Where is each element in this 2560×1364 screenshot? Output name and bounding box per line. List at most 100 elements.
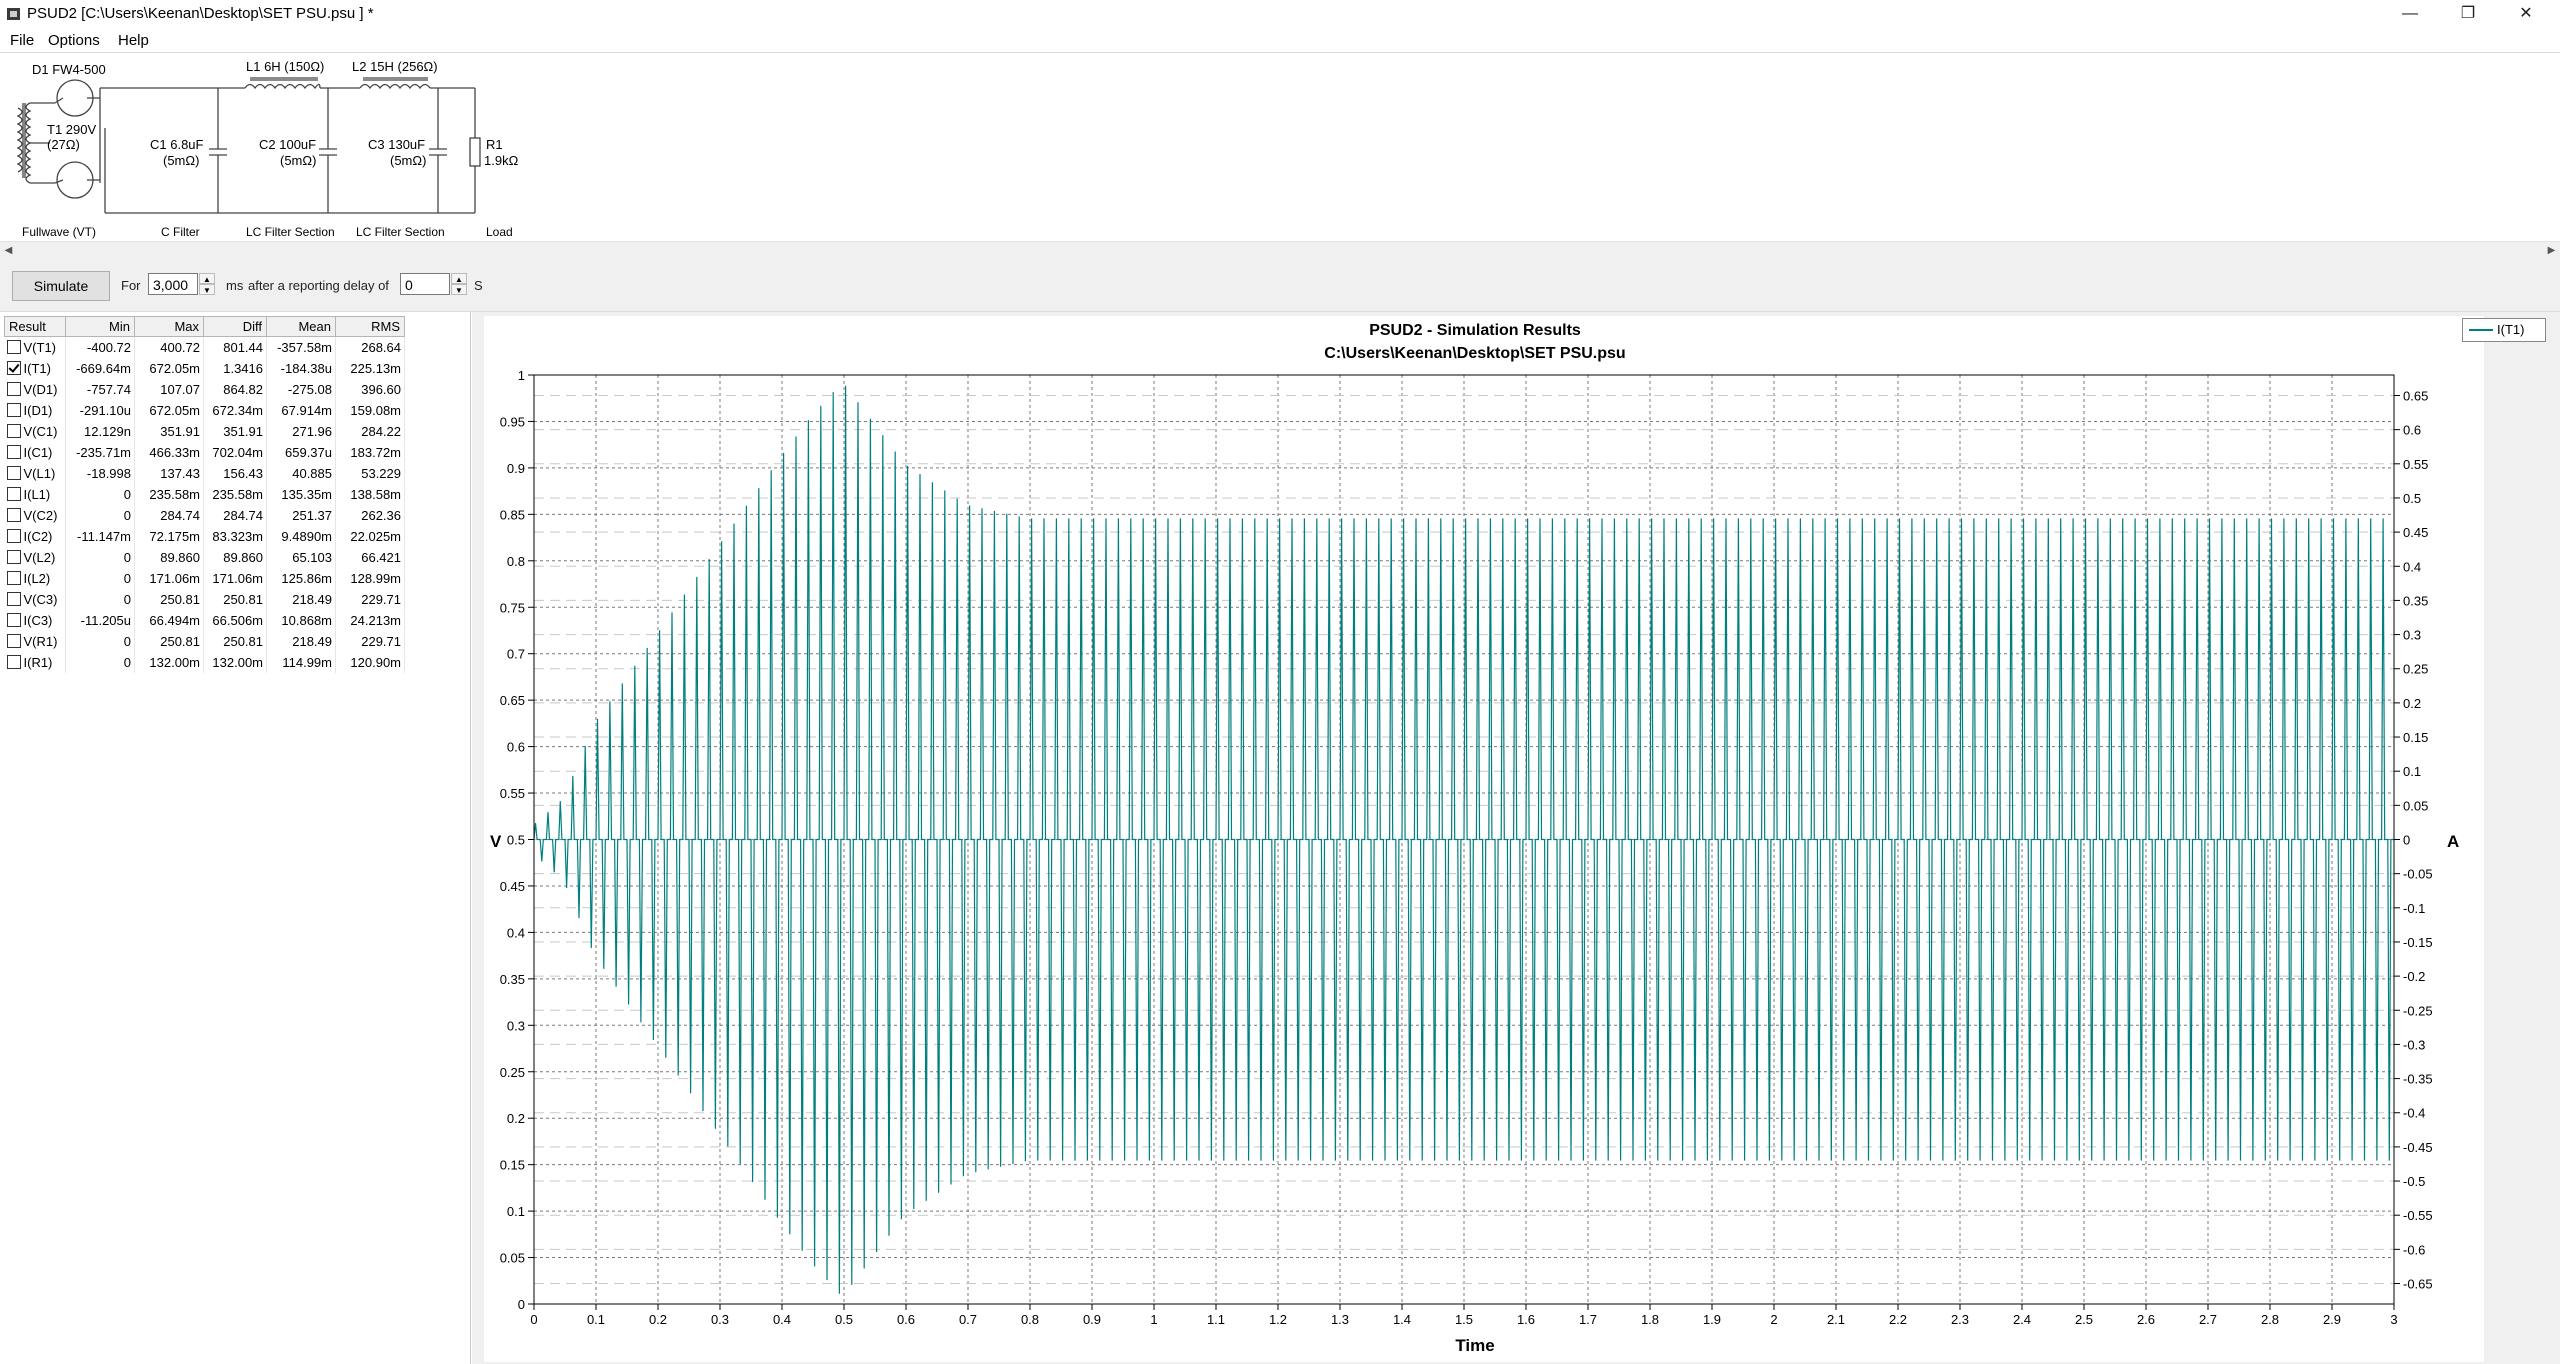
- col-rms[interactable]: RMS: [335, 316, 405, 337]
- result-diff-cell: 284.74: [203, 505, 267, 526]
- results-row[interactable]: I(T1) -669.64m 672.05m 1.3416 -184.38u 225.13…: [4, 358, 405, 379]
- results-row[interactable]: V(D1) -757.74 107.07 864.82 -275.08 396.60: [4, 379, 405, 400]
- duration-stepper[interactable]: ▲ ▼: [199, 273, 215, 295]
- y-right-tick-label: -0.15: [2403, 935, 2433, 950]
- stepper-up-icon[interactable]: ▲: [199, 273, 215, 284]
- y-left-tick-label: 0.65: [500, 693, 525, 708]
- result-name-cell[interactable]: I(D1): [4, 400, 66, 421]
- schem-c2-label: C2 100uF: [259, 137, 316, 152]
- result-name-cell[interactable]: I(T1): [4, 358, 66, 379]
- result-checkbox[interactable]: [6, 340, 21, 354]
- result-checkbox[interactable]: [6, 655, 21, 669]
- result-name-cell[interactable]: I(C2): [4, 526, 66, 547]
- delay-stepper[interactable]: ▲ ▼: [451, 273, 467, 295]
- restore-button[interactable]: ❐: [2440, 0, 2496, 30]
- result-checkbox[interactable]: [6, 634, 21, 648]
- col-diff[interactable]: Diff: [203, 316, 267, 337]
- section-c-filter[interactable]: C Filter: [161, 225, 200, 239]
- minimize-button[interactable]: —: [2382, 0, 2438, 30]
- results-row[interactable]: I(C2) -11.147m 72.175m 83.323m 9.4890m 22.025…: [4, 526, 405, 547]
- y-right-tick-label: 0.65: [2403, 388, 2428, 403]
- result-checkbox[interactable]: [6, 613, 21, 627]
- result-name-cell[interactable]: I(R1): [4, 652, 66, 673]
- result-min-cell: 0: [65, 484, 135, 505]
- result-checkbox[interactable]: [6, 424, 21, 438]
- result-max-cell: 171.06m: [134, 568, 204, 589]
- results-row[interactable]: I(C3) -11.205u 66.494m 66.506m 10.868m 24.213…: [4, 610, 405, 631]
- chart-legend[interactable]: I(T1): [2462, 318, 2546, 342]
- x-tick-label: 2.7: [2199, 1312, 2217, 1327]
- result-checkbox[interactable]: [6, 550, 21, 564]
- result-checkbox[interactable]: [6, 445, 21, 459]
- menu-options[interactable]: Options: [48, 32, 100, 49]
- result-name-cell[interactable]: V(D1): [4, 379, 66, 400]
- result-name-cell[interactable]: I(L1): [4, 484, 66, 505]
- result-checkbox[interactable]: [6, 571, 21, 585]
- section-load[interactable]: Load: [486, 225, 513, 239]
- result-name-cell[interactable]: V(R1): [4, 631, 66, 652]
- results-row[interactable]: I(L1) 0 235.58m 235.58m 135.35m 138.58m: [4, 484, 405, 505]
- simulation-chart[interactable]: PSUD2 - Simulation Results C:\Users\Keen…: [472, 312, 2560, 1364]
- result-name-cell[interactable]: I(C3): [4, 610, 66, 631]
- scroll-right-icon[interactable]: ▶: [2543, 242, 2560, 259]
- duration-input[interactable]: 3,000: [148, 273, 198, 295]
- result-diff-cell: 351.91: [203, 421, 267, 442]
- y-left-tick-label: 0.3: [507, 1018, 525, 1033]
- results-row[interactable]: V(L2) 0 89.860 89.860 65.103 66.421: [4, 547, 405, 568]
- results-row[interactable]: V(C1) 12.129n 351.91 351.91 271.96 284.22: [4, 421, 405, 442]
- x-tick-label: 2.9: [2323, 1312, 2341, 1327]
- section-lc-filter-2[interactable]: LC Filter Section: [356, 225, 445, 239]
- result-name-cell[interactable]: V(T1): [4, 336, 66, 358]
- schematic-panel[interactable]: D1 FW4-500 T1 290V (27Ω) C1 6.8uF (5mΩ) …: [0, 53, 2560, 241]
- col-max[interactable]: Max: [134, 316, 204, 337]
- col-min[interactable]: Min: [65, 316, 135, 337]
- result-checkbox[interactable]: [6, 361, 21, 375]
- y-right-tick-label: -0.45: [2403, 1140, 2433, 1155]
- col-result[interactable]: Result: [4, 316, 66, 337]
- results-row[interactable]: V(L1) -18.998 137.43 156.43 40.885 53.229: [4, 463, 405, 484]
- result-name-cell[interactable]: I(C1): [4, 442, 66, 463]
- result-name-cell[interactable]: V(C3): [4, 589, 66, 610]
- y-left-tick-label: 0: [518, 1297, 525, 1312]
- schem-t1-label: T1 290V: [47, 122, 96, 137]
- results-row[interactable]: I(R1) 0 132.00m 132.00m 114.99m 120.90m: [4, 652, 405, 673]
- result-name-cell[interactable]: V(C2): [4, 505, 66, 526]
- y-left-tick-label: 0.35: [500, 972, 525, 987]
- results-row[interactable]: V(T1) -400.72 400.72 801.44 -357.58m 268.64: [4, 336, 405, 358]
- stepper-down-icon[interactable]: ▼: [199, 284, 215, 295]
- y-right-tick-label: -0.6: [2403, 1242, 2425, 1257]
- results-row[interactable]: V(C2) 0 284.74 284.74 251.37 262.36: [4, 505, 405, 526]
- result-checkbox[interactable]: [6, 466, 21, 480]
- result-checkbox[interactable]: [6, 529, 21, 543]
- stepper-up-icon[interactable]: ▲: [451, 273, 467, 284]
- results-row[interactable]: V(C3) 0 250.81 250.81 218.49 229.71: [4, 589, 405, 610]
- schematic-scrollbar[interactable]: ◀ ▶: [0, 241, 2560, 259]
- results-row[interactable]: I(D1) -291.10u 672.05m 672.34m 67.914m 159.08…: [4, 400, 405, 421]
- delay-input[interactable]: 0: [400, 273, 450, 295]
- scroll-left-icon[interactable]: ◀: [0, 242, 17, 259]
- result-name-cell[interactable]: I(L2): [4, 568, 66, 589]
- menu-help[interactable]: Help: [118, 32, 149, 49]
- result-checkbox[interactable]: [6, 403, 21, 417]
- result-name-cell[interactable]: V(L2): [4, 547, 66, 568]
- close-button[interactable]: ✕: [2498, 0, 2554, 30]
- result-max-cell: 72.175m: [134, 526, 204, 547]
- menu-file[interactable]: File: [10, 32, 34, 49]
- results-row[interactable]: I(L2) 0 171.06m 171.06m 125.86m 128.99m: [4, 568, 405, 589]
- col-mean[interactable]: Mean: [266, 316, 336, 337]
- section-fullwave[interactable]: Fullwave (VT): [22, 225, 96, 239]
- result-max-cell: 132.00m: [134, 652, 204, 673]
- result-name-cell[interactable]: V(L1): [4, 463, 66, 484]
- result-checkbox[interactable]: [6, 487, 21, 501]
- result-checkbox[interactable]: [6, 592, 21, 606]
- section-lc-filter-1[interactable]: LC Filter Section: [246, 225, 335, 239]
- simulate-button[interactable]: Simulate: [12, 271, 110, 301]
- x-tick-label: 2.6: [2137, 1312, 2155, 1327]
- results-row[interactable]: I(C1) -235.71m 466.33m 702.04m 659.37u 183.72…: [4, 442, 405, 463]
- stepper-down-icon[interactable]: ▼: [451, 284, 467, 295]
- result-name-cell[interactable]: V(C1): [4, 421, 66, 442]
- results-row[interactable]: V(R1) 0 250.81 250.81 218.49 229.71: [4, 631, 405, 652]
- result-checkbox[interactable]: [6, 382, 21, 396]
- result-checkbox[interactable]: [6, 508, 21, 522]
- schematic-diagram[interactable]: D1 FW4-500 T1 290V (27Ω) C1 6.8uF (5mΩ) …: [0, 53, 2560, 241]
